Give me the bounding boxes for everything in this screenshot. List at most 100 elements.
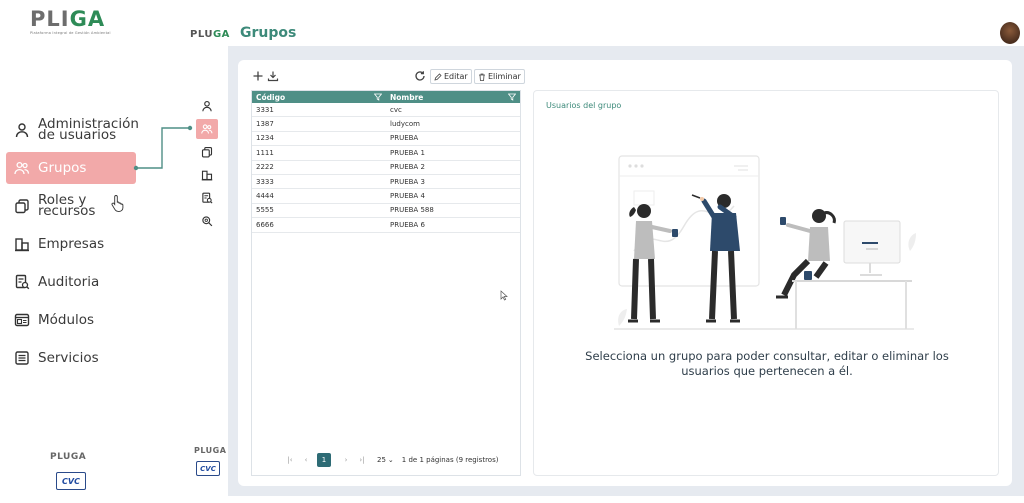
empty-state-message: Selecciona un grupo para poder consultar… [585, 349, 949, 378]
menu-item-label: Administración de usuarios [38, 116, 139, 143]
next-page-icon[interactable]: › [341, 456, 351, 464]
app-sidebar [196, 96, 218, 234]
chevron-down-icon[interactable]: ⌄ [388, 456, 394, 464]
pencil-icon [434, 72, 442, 81]
table-row[interactable]: 1387 ludycom [252, 117, 520, 132]
menu-item-companies[interactable]: Empresas [6, 228, 136, 260]
cell-code: 6666 [256, 220, 274, 229]
table-header: Código Nombre [252, 91, 520, 103]
building-icon [201, 170, 213, 181]
table-row[interactable]: 2222 PRUEBA 2 [252, 161, 520, 175]
table-row[interactable]: 6666 PRUEBA 6 [252, 218, 520, 233]
copy-icon [201, 146, 213, 158]
menu-item-label: Roles y recursos [38, 192, 96, 219]
add-icon[interactable] [252, 70, 264, 82]
team-illustration [614, 155, 916, 330]
module-icon [14, 313, 30, 327]
cell-code: 3331 [256, 105, 274, 114]
cell-code: 2222 [256, 163, 274, 172]
refresh-icon[interactable] [414, 70, 426, 82]
menu-item-label: Servicios [38, 349, 99, 366]
sidebar-item-audit[interactable] [196, 188, 218, 208]
panel-title: Usuarios del grupo [546, 101, 622, 110]
column-header-label: Código [256, 92, 286, 102]
menu-item-label: Auditoria [38, 273, 100, 290]
cell-name: PRUEBA 6 [390, 220, 425, 229]
user-icon [15, 123, 29, 138]
table-row[interactable]: 3333 PRUEBA 3 [252, 175, 520, 190]
page-title: Grupos [240, 25, 297, 41]
download-icon[interactable] [267, 70, 279, 82]
hand-pointer-icon [111, 195, 124, 212]
cell-code: 1234 [256, 134, 274, 143]
current-page-button[interactable]: 1 [317, 453, 331, 467]
cell-name: PRUEBA 588 [390, 206, 434, 215]
pliga-logo: PLIGA Plataforma Integral de Gestión Amb… [30, 7, 111, 35]
sidebar-item-groups[interactable] [196, 119, 218, 139]
first-page-icon[interactable]: |‹ [285, 456, 295, 464]
pagination-info: 1 de 1 páginas (9 registros) [401, 456, 499, 464]
footer-pluga-logo: PLUGA [50, 452, 87, 462]
cell-code: 5555 [256, 206, 274, 215]
menu-item-label: Grupos [38, 159, 87, 176]
cell-name: PRUEBA 2 [390, 163, 425, 172]
column-header-name[interactable]: Nombre [386, 91, 520, 103]
list-icon [15, 351, 29, 365]
edit-button-label: Editar [444, 72, 468, 81]
user-icon [202, 100, 212, 112]
filter-icon[interactable] [508, 93, 516, 101]
cell-name: PRUEBA 4 [390, 192, 425, 201]
menu-item-label: Empresas [38, 235, 105, 252]
cell-code: 3333 [256, 177, 274, 186]
group-icon [201, 124, 213, 134]
sidebar-pluga-logo: PLUGA [194, 446, 227, 455]
delete-button[interactable]: Eliminar [474, 69, 525, 84]
table-row[interactable]: 5555 PRUEBA 588 [252, 204, 520, 219]
sidebar-item-services[interactable] [196, 211, 218, 231]
page-size-select[interactable]: 25 [377, 456, 386, 464]
cell-name: PRUEBA 1 [390, 148, 425, 157]
edit-button[interactable]: Editar [430, 69, 472, 84]
footer-cvc-logo: CVC [56, 472, 86, 490]
filter-icon[interactable] [374, 93, 382, 101]
trash-icon [479, 73, 485, 81]
menu-item-audit[interactable]: Auditoria [6, 266, 136, 298]
audit-icon [202, 192, 213, 204]
column-header-code[interactable]: Código [252, 91, 386, 103]
cell-code: 1111 [256, 148, 274, 157]
table-row[interactable]: 1234 PRUEBA [252, 132, 520, 147]
menu-item-modules[interactable]: Módulos [6, 304, 136, 336]
group-users-panel: Usuarios del grupo Selecciona un grupo p… [533, 90, 999, 476]
menu-item-admin-users[interactable]: Administración de usuarios [6, 114, 139, 146]
prev-page-icon[interactable]: ‹ [301, 456, 311, 464]
sidebar-item-companies[interactable] [196, 165, 218, 185]
group-icon [14, 161, 30, 175]
grid-toolbar: Editar Eliminar [250, 68, 525, 86]
menu-item-groups[interactable]: Grupos [6, 152, 136, 212]
gear-search-icon [202, 216, 213, 227]
sidebar-item-roles[interactable] [196, 142, 218, 162]
groups-table: Código Nombre 3331 cvc 1387 ludycom 1234 PR… [251, 90, 521, 476]
header-logo: PLUGA [190, 29, 230, 40]
copy-icon [15, 199, 29, 214]
last-page-icon[interactable]: ›| [357, 456, 367, 464]
column-header-label: Nombre [390, 92, 424, 102]
pagination: |‹ ‹ 1 › ›| 25 ⌄ 1 de 1 páginas (9 regis… [285, 452, 498, 468]
mouse-cursor-icon [500, 290, 508, 301]
cell-name: PRUEBA [390, 134, 419, 143]
cell-name: ludycom [390, 120, 420, 129]
sidebar-item-users[interactable] [196, 96, 218, 116]
explainer-menu: Administración de usuarios Grupos Roles … [6, 114, 139, 380]
table-row[interactable]: 4444 PRUEBA 4 [252, 189, 520, 204]
table-row[interactable]: 1111 PRUEBA 1 [252, 146, 520, 161]
building-icon [15, 238, 29, 252]
cell-name: PRUEBA 3 [390, 177, 425, 186]
cell-code: 1387 [256, 120, 274, 129]
cell-code: 4444 [256, 192, 274, 201]
cell-name: cvc [390, 105, 402, 114]
audit-icon [15, 274, 30, 290]
table-row[interactable]: 3331 cvc [252, 103, 520, 118]
menu-item-services[interactable]: Servicios [6, 342, 136, 374]
avatar[interactable] [1000, 22, 1020, 44]
menu-item-label: Módulos [38, 311, 95, 328]
